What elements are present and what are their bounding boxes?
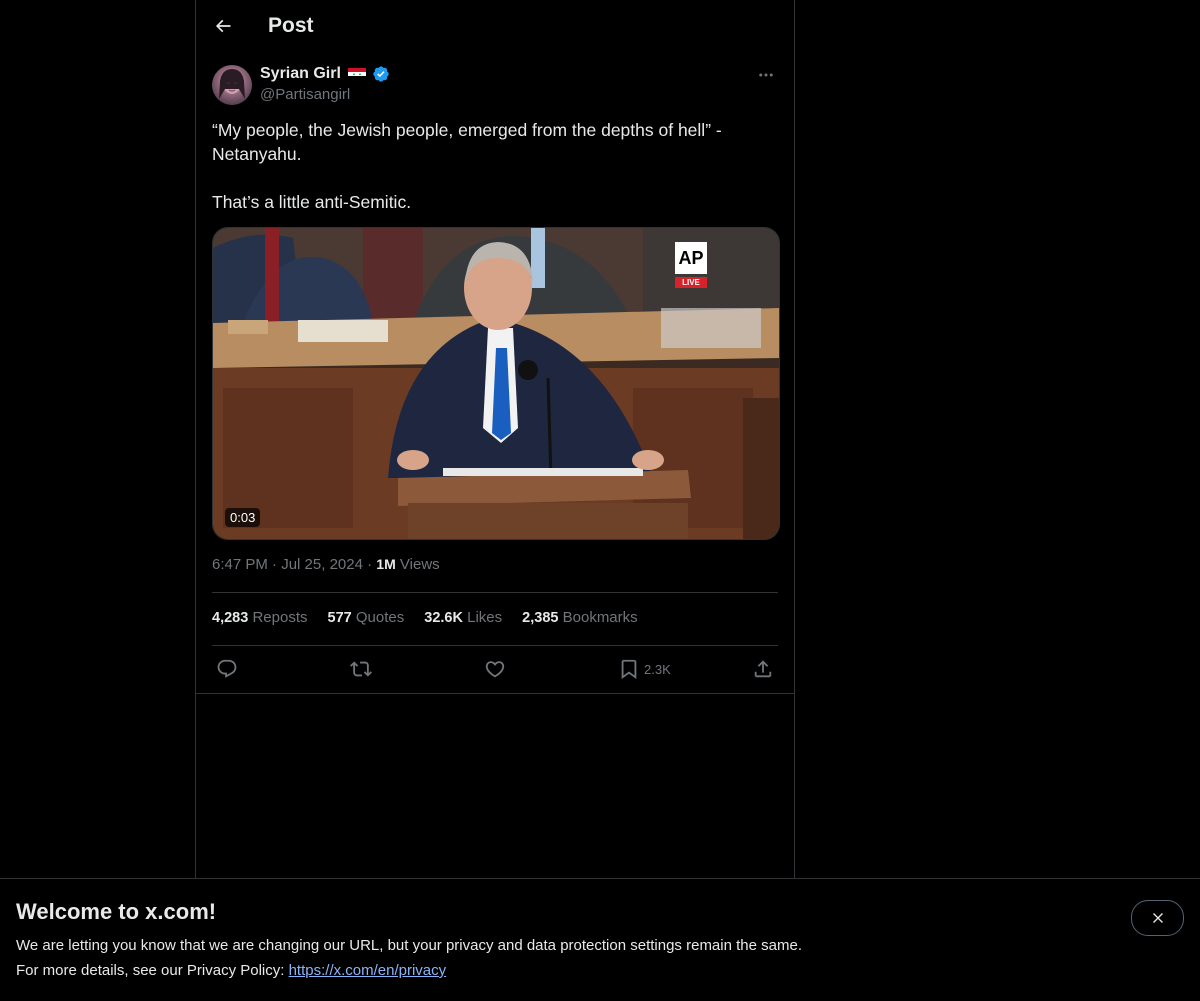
back-button[interactable] xyxy=(206,9,240,43)
stat-value: 4,283 xyxy=(212,610,249,626)
views-label: Views xyxy=(399,556,440,573)
stat-value: 577 xyxy=(327,610,352,626)
banner-title: Welcome to x.com! xyxy=(16,899,217,924)
stat-quotes[interactable]: 577 Quotes xyxy=(328,609,405,626)
reply-icon xyxy=(217,659,237,678)
author-handle[interactable]: @Partisangirl xyxy=(260,86,350,103)
stat-label: Bookmarks xyxy=(562,609,638,626)
page-header: Post xyxy=(196,0,794,53)
close-banner-button[interactable] xyxy=(1131,900,1184,936)
live-label: LIVE xyxy=(675,277,707,288)
share-button[interactable] xyxy=(752,657,774,681)
tweet-author: Syrian Girl @Partisangirl xyxy=(212,64,778,108)
stat-value: 2,385 xyxy=(522,610,559,626)
views-count: 1M xyxy=(376,556,396,572)
bookmark-count: 2.3K xyxy=(644,661,671,677)
banner-message: We are letting you know that we are chan… xyxy=(16,937,802,954)
share-icon xyxy=(754,660,772,678)
tweet-date[interactable]: Jul 25, 2024 xyxy=(281,556,363,573)
meta-separator: · xyxy=(367,556,377,573)
more-dots-icon xyxy=(759,73,773,77)
video-duration: 0:03 xyxy=(225,508,261,527)
stat-reposts[interactable]: 4,283 Reposts xyxy=(212,609,308,626)
banner-privacy-line: For more details, see our Privacy Policy… xyxy=(16,962,446,979)
tweet-time[interactable]: 6:47 PM xyxy=(212,556,268,573)
more-options-button[interactable] xyxy=(754,64,778,86)
engagement-stats: 4,283 Reposts 577 Quotes 32.6K Likes 2,3… xyxy=(212,609,638,626)
reply-button[interactable] xyxy=(216,657,238,681)
syria-flag-icon xyxy=(347,68,366,80)
stat-label: Quotes xyxy=(355,609,405,626)
main-column: Post Syrian Girl @Partisangirl “My peopl… xyxy=(195,0,795,878)
page-title: Post xyxy=(268,14,314,37)
author-display-name[interactable]: Syrian Girl xyxy=(260,65,341,83)
stat-likes[interactable]: 32.6K Likes xyxy=(424,609,502,626)
tweet-text: “My people, the Jewish people, emerged f… xyxy=(212,120,722,212)
like-button[interactable] xyxy=(484,657,506,681)
tweet-meta: 6:47 PM · Jul 25, 2024 · 1M Views xyxy=(212,556,440,573)
repost-icon xyxy=(350,661,372,677)
video-player[interactable]: AP LIVE 0:03 xyxy=(212,227,780,540)
arrow-left-icon xyxy=(215,19,231,33)
stat-value: 32.6K xyxy=(424,610,463,626)
verified-badge-icon xyxy=(373,66,389,82)
ap-live-badge: AP LIVE xyxy=(675,242,707,290)
repost-button[interactable] xyxy=(350,657,372,681)
welcome-banner: Welcome to x.com! We are letting you kno… xyxy=(0,878,1200,1001)
privacy-policy-link[interactable]: https://x.com/en/privacy xyxy=(289,962,447,979)
meta-separator: · xyxy=(272,556,282,573)
divider xyxy=(212,592,778,593)
banner-privacy-prefix: For more details, see our Privacy Policy… xyxy=(16,962,289,979)
stat-label: Likes xyxy=(467,609,503,626)
action-bar: 2.3K xyxy=(196,646,794,694)
ap-logo: AP xyxy=(675,242,707,274)
bookmark-icon xyxy=(621,659,637,680)
like-icon xyxy=(485,661,505,678)
avatar[interactable] xyxy=(212,65,252,105)
bookmark-button[interactable]: 2.3K xyxy=(618,657,671,681)
stat-label: Reposts xyxy=(252,609,308,626)
stat-bookmarks[interactable]: 2,385 Bookmarks xyxy=(522,609,638,626)
name-row: Syrian Girl xyxy=(260,65,390,83)
close-icon xyxy=(1152,913,1163,923)
